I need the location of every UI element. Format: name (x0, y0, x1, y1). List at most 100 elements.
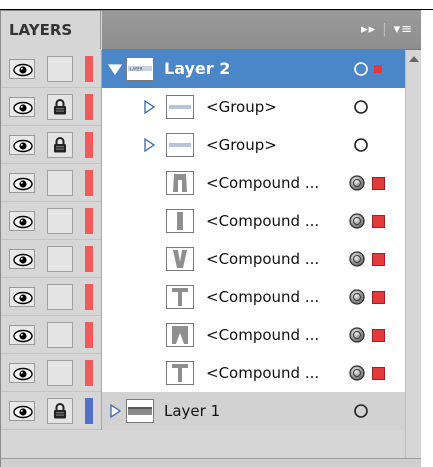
panel-header-bar: ▸▸ | ▾≡ (102, 11, 421, 50)
target-circle-icon[interactable] (348, 288, 366, 306)
selection-indicator[interactable] (372, 253, 385, 266)
expand-triangle-icon[interactable] (107, 61, 123, 76)
eye-icon[interactable] (9, 325, 35, 345)
scrollbar[interactable] (405, 50, 421, 467)
eye-icon[interactable] (9, 173, 35, 193)
layers-list: LAYER Layer 2 <Group> <Group> <Compound ... <… (1, 50, 421, 467)
thumbnail-icon: LAYER (126, 57, 154, 81)
target-circle-icon[interactable] (352, 136, 370, 154)
target-circle-icon[interactable] (352, 60, 370, 78)
eye-icon[interactable] (9, 287, 35, 307)
group-row[interactable]: <Group> (1, 88, 405, 126)
layer-color-swatch (85, 360, 93, 386)
eye-icon[interactable] (9, 249, 35, 269)
compound-path-row[interactable]: <Compound ... (1, 240, 405, 278)
menu-separator: | (382, 22, 388, 37)
thumbnail-icon (166, 247, 194, 271)
row-name: <Compound ... (206, 174, 320, 192)
collapse-panel-icon[interactable]: ▸▸ (361, 22, 376, 37)
layer-row[interactable]: LAYER Layer 2 (1, 50, 405, 88)
thumbnail-icon (166, 361, 194, 385)
collapse-triangle-icon[interactable] (108, 403, 122, 419)
lock-toggle[interactable] (47, 56, 73, 82)
layer-color-swatch (85, 398, 93, 424)
target-circle-icon[interactable] (348, 212, 366, 230)
eye-icon[interactable] (9, 97, 35, 117)
lock-toggle[interactable] (47, 284, 73, 310)
target-circle-icon[interactable] (348, 364, 366, 382)
row-name: <Compound ... (206, 326, 320, 344)
lock-toggle[interactable] (47, 360, 73, 386)
row-content[interactable]: <Compound ... (101, 316, 405, 354)
row-content[interactable]: <Compound ... (101, 354, 405, 392)
thumbnail-icon (166, 171, 194, 195)
row-name: <Compound ... (206, 250, 320, 268)
row-name: <Compound ... (206, 212, 320, 230)
panel-menu-icon[interactable]: ▾≡ (394, 22, 413, 37)
lock-toggle[interactable] (47, 246, 73, 272)
compound-path-row[interactable]: <Compound ... (1, 316, 405, 354)
layer-row[interactable]: Layer 1 (1, 392, 405, 430)
selection-indicator[interactable] (372, 177, 385, 190)
svg-text:LAYER: LAYER (130, 67, 143, 72)
row-content[interactable]: Layer 1 (101, 392, 405, 430)
selection-indicator[interactable] (374, 65, 382, 73)
window-top-edge (0, 0, 433, 10)
row-content[interactable]: LAYER Layer 2 (101, 50, 405, 88)
row-content[interactable]: <Compound ... (101, 278, 405, 316)
layer-color-swatch (85, 132, 93, 158)
compound-path-row[interactable]: <Compound ... (1, 354, 405, 392)
selection-indicator[interactable] (372, 215, 385, 228)
eye-icon[interactable] (9, 401, 35, 421)
row-content[interactable]: <Group> (101, 126, 405, 164)
layer-color-swatch (85, 208, 93, 234)
row-name: <Compound ... (206, 288, 320, 306)
target-circle-icon[interactable] (348, 326, 366, 344)
panel-menu-controls[interactable]: ▸▸ | ▾≡ (361, 11, 413, 49)
lock-toggle[interactable] (47, 208, 73, 234)
layer-color-swatch (85, 246, 93, 272)
row-name: <Group> (206, 136, 277, 154)
lock-icon[interactable] (47, 94, 73, 120)
expand-triangle-icon[interactable] (142, 137, 156, 153)
expand-triangle-icon[interactable] (142, 99, 156, 115)
eye-icon[interactable] (9, 211, 35, 231)
target-circle-icon[interactable] (348, 174, 366, 192)
row-name: Layer 2 (164, 59, 231, 78)
group-row[interactable]: <Group> (1, 126, 405, 164)
layers-panel: LAYERS ▸▸ | ▾≡ LAYER Layer 2 <Group> <Group> <… (0, 10, 421, 467)
target-circle-icon[interactable] (348, 250, 366, 268)
eye-icon[interactable] (9, 135, 35, 155)
lock-toggle[interactable] (47, 322, 73, 348)
layer-color-swatch (85, 170, 93, 196)
layer-color-swatch (85, 94, 93, 120)
target-circle-icon[interactable] (352, 402, 370, 420)
layers-tab[interactable]: LAYERS (1, 11, 101, 49)
thumbnail-icon (126, 399, 154, 423)
row-content[interactable]: <Group> (101, 88, 405, 126)
lock-icon[interactable] (47, 398, 73, 424)
thumbnail-icon (166, 95, 194, 119)
row-content[interactable]: <Compound ... (101, 240, 405, 278)
thumbnail-icon (166, 209, 194, 233)
row-content[interactable]: <Compound ... (101, 202, 405, 240)
lock-toggle[interactable] (47, 170, 73, 196)
lock-icon[interactable] (47, 132, 73, 158)
thumbnail-icon (166, 133, 194, 157)
compound-path-row[interactable]: <Compound ... (1, 202, 405, 240)
selection-indicator[interactable] (372, 367, 385, 380)
thumbnail-icon (166, 323, 194, 347)
eye-icon[interactable] (9, 363, 35, 383)
scroll-up-icon[interactable] (409, 56, 419, 62)
target-circle-icon[interactable] (352, 98, 370, 116)
selection-indicator[interactable] (372, 291, 385, 304)
selection-indicator[interactable] (372, 329, 385, 342)
compound-path-row[interactable]: <Compound ... (1, 278, 405, 316)
thumbnail-icon (166, 285, 194, 309)
row-content[interactable]: <Compound ... (101, 164, 405, 202)
eye-icon[interactable] (9, 59, 35, 79)
layer-color-swatch (85, 322, 93, 348)
row-name: <Compound ... (206, 364, 320, 382)
layer-color-swatch (85, 284, 93, 310)
compound-path-row[interactable]: <Compound ... (1, 164, 405, 202)
